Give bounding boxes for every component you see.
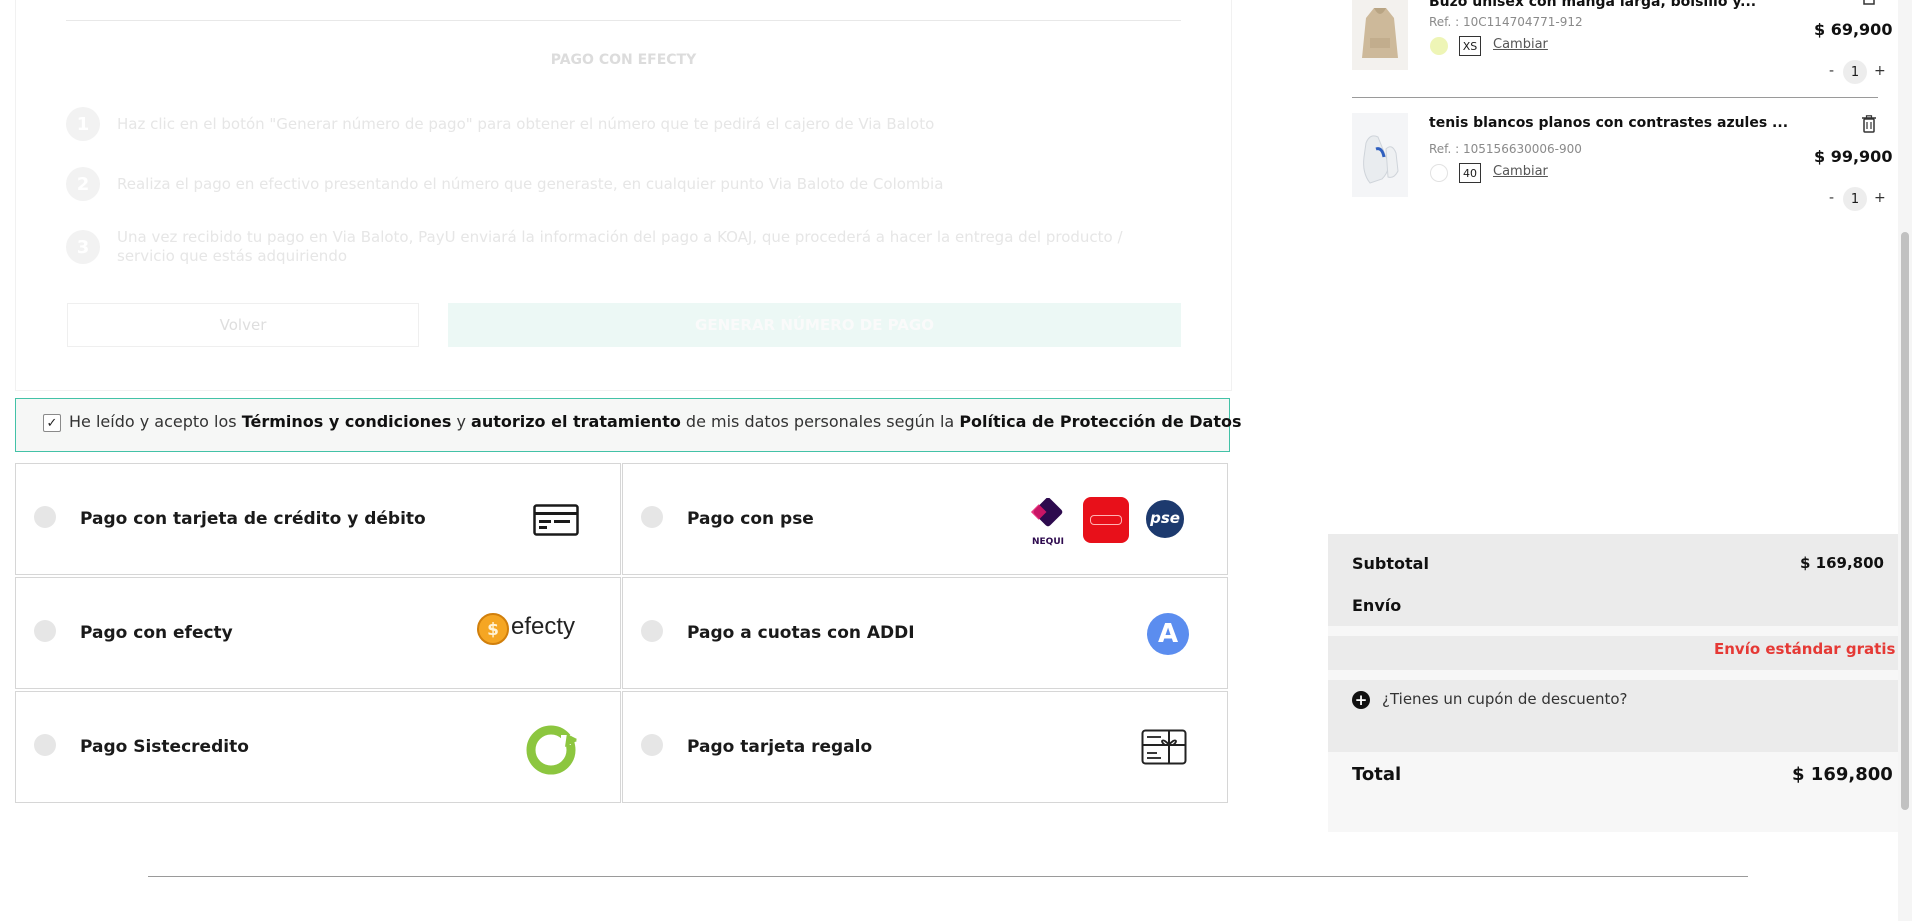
pse-logo-icon: pse: [1144, 498, 1186, 540]
gift-card-icon: [1141, 729, 1187, 765]
footer-divider: [148, 876, 1748, 877]
radio-button[interactable]: [641, 734, 663, 756]
product-name[interactable]: tenis blancos planos con contrastes azul…: [1429, 115, 1788, 131]
payment-option-label: Pago Sistecredito: [80, 737, 249, 757]
step-number: 1: [66, 107, 100, 141]
trash-icon[interactable]: [1861, 115, 1877, 133]
product-image[interactable]: [1352, 113, 1408, 197]
hoodie-image: [1362, 8, 1398, 58]
terms-acceptance-box: ✓ He leído y acepto los Términos y condi…: [15, 398, 1242, 452]
svg-text:$: $: [487, 620, 499, 640]
cart-item-divider: [1352, 97, 1878, 98]
addi-logo-letter: A: [1157, 619, 1179, 649]
radio-button[interactable]: [641, 620, 663, 642]
payment-option-label: Pago con pse: [687, 509, 814, 529]
order-summary: Subtotal $ 169,800 Envío Envío estándar …: [1328, 534, 1898, 832]
nequi-logo-icon: NEQUI: [1030, 498, 1064, 547]
step-number: 3: [66, 230, 100, 264]
payment-option-label: Pago con tarjeta de crédito y débito: [80, 509, 426, 529]
payment-option-card[interactable]: Pago con tarjeta de crédito y débito: [15, 463, 621, 575]
product-ref: Ref. : 10C114704771-912: [1429, 15, 1583, 29]
payment-option-sistecredito[interactable]: Pago Sistecredito: [15, 691, 621, 803]
step-number: 2: [66, 167, 100, 201]
check-icon: ✓: [46, 415, 58, 431]
payment-option-pse[interactable]: Pago con pse NEQUI pse: [622, 463, 1228, 575]
shipping-label: Envío: [1352, 596, 1402, 615]
nequi-wordmark: NEQUI: [1032, 537, 1064, 547]
product-image[interactable]: [1352, 0, 1408, 70]
radio-button[interactable]: [34, 506, 56, 528]
payment-option-efecty[interactable]: Pago con efecty $ efecty: [15, 577, 621, 689]
terms-checkbox[interactable]: ✓: [43, 414, 61, 432]
change-size-link[interactable]: Cambiar: [1493, 164, 1548, 179]
product-price: $ 69,900: [1814, 20, 1893, 39]
efecty-instructions-panel: PAGO CON EFECTY 1 Haz clic en el botón "…: [15, 0, 1232, 391]
color-swatch: [1430, 164, 1448, 182]
addi-logo-icon: A: [1147, 613, 1189, 655]
efecty-panel-title: PAGO CON EFECTY: [550, 52, 697, 68]
size-badge: XS: [1459, 36, 1481, 56]
scrollbar-thumb[interactable]: [1901, 232, 1909, 810]
subtotal-label: Subtotal: [1352, 554, 1429, 573]
terms-text: He leído y acepto los Términos y condici…: [69, 412, 1242, 431]
product-name[interactable]: Buzo unisex con manga larga, bolsillo y.…: [1429, 0, 1756, 10]
radio-button[interactable]: [34, 620, 56, 642]
coupon-toggle[interactable]: ¿Tienes un cupón de descuento?: [1382, 690, 1627, 708]
divider: [66, 20, 1181, 21]
step-text: Una vez recibido tu pago en Via Baloto, …: [117, 228, 1123, 265]
terms-text-part: He leído y acepto los: [69, 412, 242, 431]
sneaker-image: [1363, 135, 1399, 184]
terms-text-part: y: [451, 412, 472, 431]
credit-card-icon: [533, 504, 579, 536]
product-price: $ 99,900: [1814, 147, 1893, 166]
payment-option-gift-card[interactable]: Pago tarjeta regalo: [622, 691, 1228, 803]
data-treatment-link[interactable]: autorizo el tratamiento: [471, 412, 681, 431]
increase-quantity-button[interactable]: +: [1874, 190, 1886, 206]
shipping-value: Envío estándar gratis: [1714, 640, 1896, 658]
efecty-coin-icon: $: [477, 613, 509, 645]
change-size-link[interactable]: Cambiar: [1493, 37, 1548, 52]
sistecredito-logo-icon: [526, 725, 577, 775]
payment-option-label: Pago a cuotas con ADDI: [687, 623, 915, 643]
generate-payment-number-button[interactable]: GENERAR NÚMERO DE PAGO: [448, 303, 1181, 347]
radio-button[interactable]: [34, 734, 56, 756]
payment-option-label: Pago con efecty: [80, 623, 233, 643]
total-value: $ 169,800: [1792, 764, 1893, 785]
product-ref: Ref. : 105156630006-900: [1429, 142, 1582, 156]
pse-wordmark: pse: [1149, 509, 1180, 527]
trash-icon[interactable]: [1861, 0, 1877, 6]
decrease-quantity-button[interactable]: -: [1829, 190, 1834, 206]
color-swatch: [1430, 37, 1448, 55]
subtotal-band: [1328, 534, 1898, 626]
payment-option-addi[interactable]: Pago a cuotas con ADDI A: [622, 577, 1228, 689]
step-text: Realiza el pago en efectivo presentando …: [117, 175, 944, 193]
radio-button[interactable]: [641, 506, 663, 528]
subtotal-value: $ 169,800: [1800, 554, 1884, 572]
add-coupon-icon[interactable]: +: [1352, 691, 1370, 709]
decrease-quantity-button[interactable]: -: [1829, 63, 1834, 79]
total-label: Total: [1352, 764, 1402, 785]
payment-option-label: Pago tarjeta regalo: [687, 737, 873, 757]
bank-logo-icon: [1083, 497, 1129, 543]
size-badge: 40: [1459, 163, 1481, 183]
quantity-value: 1: [1843, 60, 1867, 84]
efecty-wordmark: efecty: [511, 613, 576, 640]
back-button[interactable]: Volver: [67, 303, 419, 347]
privacy-policy-link[interactable]: Política de Protección de Datos: [959, 412, 1241, 431]
step-text: Haz clic en el botón "Generar número de …: [117, 115, 935, 133]
increase-quantity-button[interactable]: +: [1874, 63, 1886, 79]
terms-link[interactable]: Términos y condiciones: [242, 412, 452, 431]
quantity-value: 1: [1843, 187, 1867, 211]
terms-text-part: de mis datos personales según la: [680, 412, 960, 431]
